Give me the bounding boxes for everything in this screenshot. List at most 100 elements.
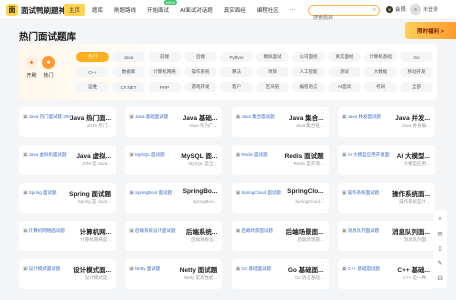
- nav-community[interactable]: 编程社区: [257, 6, 279, 14]
- question-bank-card[interactable]: ▣ Java 基础面试题 Java 基础... Java 作为广...: [125, 107, 223, 137]
- hero-badges: ✦ ● 开刷 热门: [25, 56, 55, 79]
- category-chip[interactable]: 前端: [148, 52, 181, 62]
- question-bank-card[interactable]: ▣ Java 虚拟机面试题 Java 虚拟... JVM 是 Java...: [19, 145, 116, 175]
- user-menu[interactable]: ● 未登录: [410, 4, 438, 15]
- question-bank-card[interactable]: ▣ Netty 面试题 Netty 面试题 Netty 是高性能...: [125, 259, 223, 289]
- nav-study-route[interactable]: 刷题路线: [114, 6, 136, 14]
- card-thumbnail-alt: SpringCloud 面试题: [241, 190, 281, 195]
- side-toolbar: ⌕ ✉ ▯ ✎ ☊: [433, 210, 447, 288]
- question-bank-card[interactable]: ▣ 计算机网络面试题 计算机网... 计算机网络是...: [19, 221, 116, 251]
- search-input[interactable]: [309, 13, 367, 23]
- user-label: 未登录: [423, 7, 439, 13]
- category-chip[interactable]: 测试: [328, 67, 361, 77]
- nav-question-bank[interactable]: 题库: [92, 6, 103, 14]
- card-title: Redis 面试题: [284, 153, 324, 160]
- category-chip[interactable]: 全部: [400, 82, 433, 92]
- category-chip[interactable]: 操作系统: [184, 67, 217, 77]
- category-chip[interactable]: 考研: [364, 82, 397, 92]
- question-bank-card[interactable]: ▣ C++ 基础面试题 C++ 基础... C++ 是一种...: [337, 259, 435, 289]
- question-bank-card[interactable]: ▣ Spring 面试题 Spring 面试题 Spring 是 Java...: [19, 183, 116, 213]
- broken-image-icon: ▣: [23, 114, 28, 120]
- nav-start-interview[interactable]: 开始面试 NEW: [147, 0, 178, 14]
- question-bank-card[interactable]: ▣Java 热门面试题 200 道Java 热门面...2025 热门...: [19, 107, 116, 137]
- card-description: 消息队列面...: [403, 237, 430, 242]
- category-chip[interactable]: 后端: [184, 52, 217, 62]
- category-chip[interactable]: AI面试: [328, 82, 361, 92]
- headset-icon[interactable]: ☊: [437, 275, 442, 282]
- card-thumbnail: ▣ SpringBoot 面试题: [129, 187, 177, 199]
- category-chip[interactable]: 移动开发: [400, 67, 433, 77]
- edit-icon[interactable]: ✎: [437, 260, 442, 267]
- card-description: Java 作为广...: [189, 123, 218, 128]
- question-bank-card[interactable]: ▣ 后端系统设计面试题 后端系统... 后端系统设...: [125, 221, 223, 251]
- category-chip[interactable]: C#.NET: [112, 82, 145, 92]
- question-bank-card[interactable]: ▣ Java 并发面试题 Java 并发... Java 并发编...: [337, 107, 435, 137]
- search-tool-icon[interactable]: ⌕: [438, 216, 441, 223]
- card-thumbnail: ▣AI 大模型应用开发面试题: [342, 149, 390, 161]
- category-chip[interactable]: Python: [220, 52, 253, 62]
- wechat-icon[interactable]: ✉: [437, 231, 442, 238]
- hero-label-hot: 热门: [43, 73, 54, 79]
- question-bank-card[interactable]: ▣ 操作系统面试题 操作系统面... 操作系统是计...: [337, 183, 435, 213]
- card-thumbnail-alt: Java 集合面试题: [241, 114, 275, 119]
- broken-image-icon: ▣: [23, 228, 28, 234]
- category-chip[interactable]: 计算机基础: [364, 52, 397, 62]
- broken-image-icon: ▣: [341, 266, 347, 272]
- question-bank-card[interactable]: ▣ Redis 面试题 Redis 面试题 Redis 是开源...: [231, 145, 329, 175]
- broken-image-icon: ▣: [129, 266, 135, 272]
- nav-start-interview-label: 开始面试: [147, 8, 170, 14]
- card-description: C++ 是一种...: [402, 275, 430, 280]
- category-chip[interactable]: 数据库: [112, 67, 145, 77]
- category-chip[interactable]: PHP: [148, 82, 181, 92]
- question-bank-card[interactable]: ▣ 消息队列面试题 消息队列面... 消息队列面...: [337, 221, 435, 251]
- category-chip[interactable]: 运维: [76, 82, 109, 92]
- question-bank-card[interactable]: ▣ 设计模式面试题 设计模式面... 设计模式是...: [19, 259, 116, 289]
- card-description: 2025 热门...: [86, 123, 111, 128]
- phone-icon[interactable]: ▯: [438, 245, 441, 252]
- question-bank-card[interactable]: ▣ Java 集合面试题 Java 集合... Java 集合框...: [231, 107, 329, 137]
- category-chip[interactable]: 模拟面试: [256, 52, 289, 62]
- card-thumbnail-alt: 后端场景面试题: [241, 228, 273, 233]
- card-description: Java 并发编...: [401, 123, 430, 128]
- category-chip[interactable]: 区块链: [256, 82, 289, 92]
- top-navbar: 面 面试鸭刷题神器 主页 题库 刷题路线 开始面试 NEW AI面试对话题 真实面…: [0, 0, 456, 23]
- category-chip[interactable]: 客户: [220, 82, 253, 92]
- category-chip[interactable]: Go: [400, 52, 433, 62]
- category-chip[interactable]: 计算机网络: [148, 67, 181, 77]
- category-chip[interactable]: 大数据: [364, 67, 397, 77]
- category-chip[interactable]: 算法: [220, 67, 253, 77]
- card-title: 消息队列面...: [391, 229, 430, 236]
- vip-link[interactable]: ♛ 会员: [386, 5, 406, 13]
- card-title: Spring 面试题: [69, 191, 111, 198]
- category-chip[interactable]: C++: [76, 67, 109, 77]
- nav-real-experience[interactable]: 真实面经: [224, 6, 246, 14]
- question-bank-card[interactable]: ▣ SpringCloud 面试题 SpringClo... SpringCloud.…: [231, 183, 329, 213]
- nav-home[interactable]: 主页: [64, 4, 86, 16]
- category-chip[interactable]: Java: [112, 52, 145, 62]
- category-chip[interactable]: 编程语言: [292, 82, 325, 92]
- question-bank-card[interactable]: ▣ MySQL 面试题 MySQL 面... MySQL 是全...: [125, 145, 223, 175]
- category-chip[interactable]: 真实面经: [328, 52, 361, 62]
- nav-more[interactable]: ···: [290, 7, 296, 13]
- category-panel: ✦ ● 开刷 热门 热门 Java 前端 后端 Python 模拟面试 公司面经 真实面经 计算…: [19, 44, 437, 100]
- category-chip[interactable]: 人工智能: [292, 67, 325, 77]
- category-chip[interactable]: 游戏开发: [184, 82, 217, 92]
- question-bank-card[interactable]: ▣ 后端场景面试题 后端场景面... 后端场景题...: [231, 221, 329, 251]
- category-chip[interactable]: 热门: [76, 52, 109, 62]
- card-thumbnail: ▣ Netty 面试题: [129, 263, 177, 275]
- question-bank-card[interactable]: ▣ Go 基础面试题 Go 基础面... Go 语言基础...: [231, 259, 329, 289]
- card-thumbnail: ▣ Java 并发面试题: [342, 111, 390, 123]
- main-nav: 主页 题库 刷题路线 开始面试 NEW AI面试对话题 真实面经 编程社区 ···: [64, 0, 306, 20]
- card-title: Java 热门面...: [69, 115, 111, 122]
- question-bank-card[interactable]: ▣ SpringBoot 面试题 SpringBo... SpringBoo...: [125, 183, 223, 213]
- broken-image-icon: ▣: [23, 190, 28, 196]
- nav-ai-interview[interactable]: AI面试对话题: [180, 6, 213, 14]
- vip-label: 会员: [395, 7, 407, 13]
- card-title: 设计模式面...: [73, 267, 111, 274]
- promo-banner[interactable]: 限时福利 >: [405, 22, 456, 39]
- category-chip[interactable]: 项目: [256, 67, 289, 77]
- question-bank-card[interactable]: ▣AI 大模型应用开发面试题 AI 大模型...大模型应用...: [337, 145, 435, 175]
- category-chip[interactable]: 公司面经: [292, 52, 325, 62]
- broken-image-icon: ▣: [235, 190, 241, 196]
- search-icon[interactable]: ⌕: [373, 7, 376, 14]
